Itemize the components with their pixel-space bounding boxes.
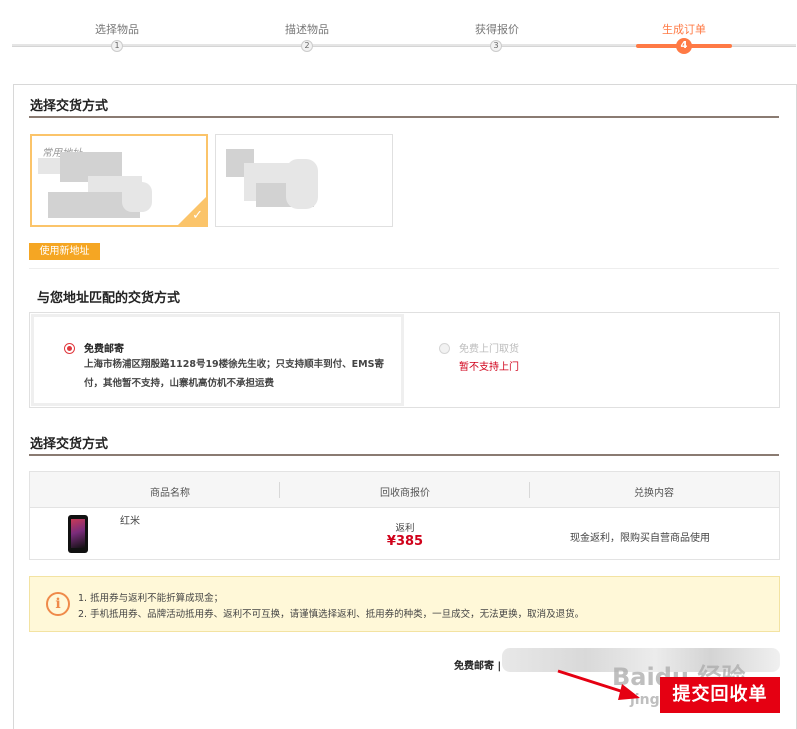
submit-order-button[interactable]: 提交回收单: [660, 677, 780, 713]
step-1-number: 1: [111, 40, 123, 52]
section-divider-light: [29, 268, 779, 269]
free-post-desc-line-2: 付，其他暂不支持，山寨机高仿机不承担运费: [84, 378, 275, 389]
column-header-quote: 回收商报价: [380, 488, 430, 499]
step-4-label: 生成订单: [662, 23, 706, 36]
step-3-number: 3: [490, 40, 502, 52]
step-2-number: 2: [301, 40, 313, 52]
product-price: ¥385: [386, 534, 424, 549]
rebate-label: 返利: [395, 523, 415, 534]
pointer-arrow-icon: [557, 669, 640, 700]
section-divider: [29, 116, 779, 118]
delivery-section-title: 与您地址匹配的交货方式: [37, 291, 181, 306]
free-post-title: 免费邮寄: [84, 344, 124, 355]
step-3-label: 获得报价: [475, 23, 519, 36]
column-separator: [529, 482, 530, 498]
new-address-button[interactable]: 使用新地址: [29, 243, 100, 260]
radio-pickup[interactable]: [439, 343, 450, 354]
check-icon: ✓: [192, 208, 203, 223]
column-header-exchange: 兑换内容: [634, 488, 674, 499]
step-1-label: 选择物品: [95, 23, 139, 36]
radio-free-post[interactable]: [64, 343, 75, 354]
step-4-number: 4: [676, 38, 692, 54]
address-card[interactable]: [215, 134, 393, 227]
address-card-selected[interactable]: 常用地址 ✓: [30, 134, 208, 227]
step-2-label: 描述物品: [285, 23, 329, 36]
product-name: 红米: [120, 516, 140, 527]
pickup-title: 免费上门取货: [459, 344, 519, 355]
section-divider: [29, 454, 779, 456]
notice-line-2: 2. 手机抵用券、品牌活动抵用券、返利不可互换，请谨慎选择返利、抵用券的种类，一…: [78, 609, 585, 620]
notice-line-1: 1. 抵用券与返利不能折算成现金；: [78, 593, 224, 604]
column-separator: [279, 482, 280, 498]
info-icon: i: [46, 592, 70, 616]
order-section-title: 选择交货方式: [30, 437, 109, 452]
free-post-desc-line-1: 上海市杨浦区翔殷路1128号19楼徐先生收；只支持顺丰到付、EMS寄: [84, 359, 384, 370]
column-header-product: 商品名称: [150, 488, 190, 499]
notice-box: [29, 576, 780, 632]
shipping-method-label: 免费邮寄 |: [454, 661, 502, 672]
address-section-title: 选择交货方式: [30, 99, 109, 114]
redacted-block: [286, 159, 318, 209]
product-image-screen: [71, 519, 85, 548]
pickup-unavailable-text: 暂不支持上门: [459, 362, 519, 373]
exchange-content: 现金返利，限购买自营商品使用: [570, 533, 710, 544]
redacted-block: [122, 182, 152, 212]
